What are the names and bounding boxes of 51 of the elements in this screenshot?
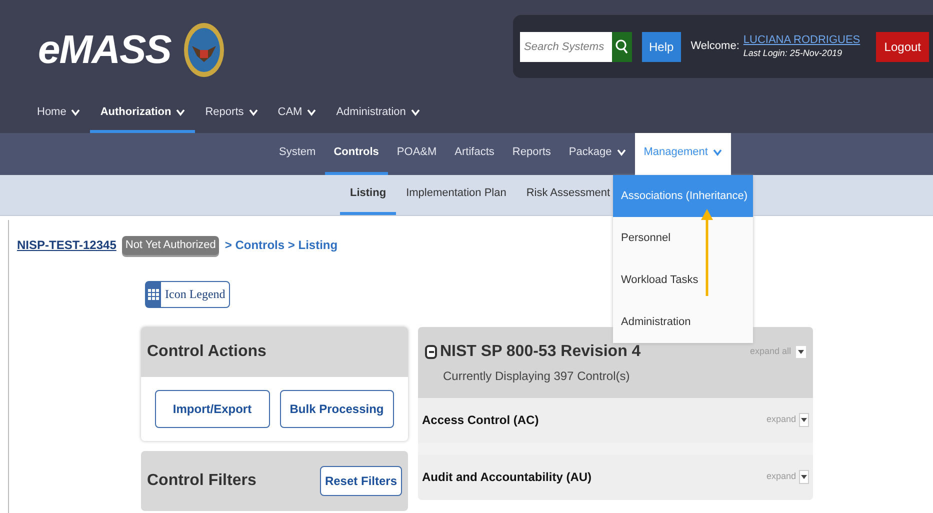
family-name: Audit and Accountability (AU) (422, 469, 592, 486)
nav-tab[interactable]: POA&M (388, 133, 446, 175)
minus-icon (428, 350, 434, 352)
menu-item[interactable]: Personnel (613, 217, 753, 259)
expand-label: expand (766, 413, 796, 426)
menu-item[interactable]: Administration (613, 301, 753, 343)
search-field[interactable]: Search Systems (520, 32, 612, 62)
caret-icon (801, 418, 807, 422)
expand-all-label: expand all (750, 344, 791, 358)
nav-tab[interactable]: Artifacts (446, 133, 504, 175)
nav-tab[interactable]: Administration (326, 95, 430, 133)
family-row[interactable]: Access Control (AC) expand (418, 398, 813, 442)
breadcrumb-trail[interactable]: > Controls > Listing (224, 236, 338, 254)
logout-button[interactable]: Logout (876, 32, 929, 62)
icon-legend-button[interactable]: Icon Legend (145, 280, 230, 308)
expand-button[interactable] (799, 413, 809, 427)
welcome-label: Welcome: (690, 39, 740, 54)
grid-icon (148, 288, 159, 300)
panel-title: Control Filters (147, 470, 256, 490)
nav-tab[interactable]: Implementation Plan (396, 175, 516, 215)
expand-button[interactable] (799, 470, 809, 484)
search-button[interactable] (612, 32, 632, 62)
expand-label: expand (766, 470, 796, 484)
user-link[interactable]: LUCIANA RODRIGUES (743, 34, 860, 48)
nav-tab[interactable]: Home (27, 95, 90, 133)
reset-filters-button[interactable]: Reset Filters (320, 466, 402, 496)
framework-title: NIST SP 800-53 Revision 4 (440, 342, 641, 362)
nav-tab[interactable]: CAM (268, 95, 326, 133)
nav-tab[interactable]: Listing (340, 175, 396, 215)
last-login-text: Last Login: 25-Nov-2019 (743, 48, 843, 59)
system-link[interactable]: NISP-TEST-12345 (17, 236, 116, 254)
seal-icon (182, 22, 225, 78)
search-icon (615, 38, 629, 54)
action-button[interactable]: Import/Export (155, 390, 270, 428)
framework-subtitle: Currently Displaying 397 Control(s) (443, 368, 631, 384)
status-badge: Not Yet Authorized (122, 236, 219, 254)
nav-tab[interactable]: Package (560, 133, 635, 175)
logo: eMASS (38, 30, 171, 70)
nav-tab[interactable]: System (270, 133, 325, 175)
nav-tab[interactable]: Reports (503, 133, 560, 175)
caret-icon (798, 350, 804, 354)
panel-title: Control Actions (147, 342, 266, 362)
family-name: Access Control (AC) (422, 412, 539, 429)
collapse-button[interactable] (425, 344, 437, 358)
help-button[interactable]: Help (642, 32, 681, 62)
action-button[interactable]: Bulk Processing (280, 390, 394, 428)
menu-item[interactable]: Workload Tasks (613, 259, 753, 301)
expand-all-button[interactable] (796, 346, 806, 358)
nav-tab[interactable]: Reports (195, 95, 268, 133)
family-row[interactable]: Audit and Accountability (AU) expand (418, 454, 813, 500)
caret-icon (801, 475, 807, 479)
